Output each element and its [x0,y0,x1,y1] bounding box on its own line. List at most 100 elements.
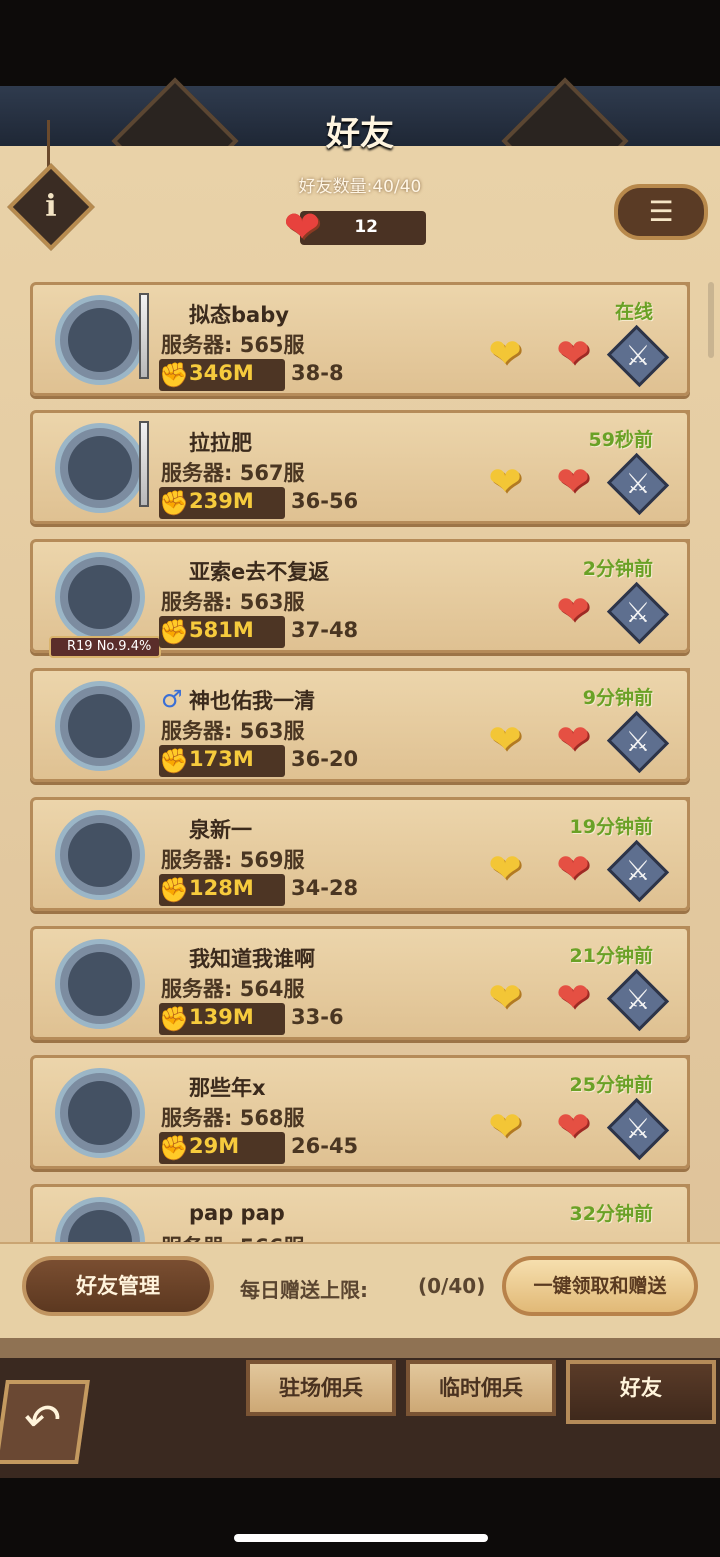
avatar-portrait [68,436,132,500]
friend-name: 我知道我谁啊 [189,947,315,971]
avatar-portrait [68,952,132,1016]
scrollbar[interactable] [708,282,714,358]
friend-power: 29M [189,1134,240,1158]
battle-button[interactable]: ⚔ [606,968,670,1032]
friend-name: 拟态baby [189,303,289,327]
battle-button[interactable]: ⚔ [606,1097,670,1161]
tab-friends[interactable]: 好友 [566,1360,716,1424]
friend-card[interactable]: pap pap 服务器: 566服 32分钟前 [30,1184,690,1242]
friend-server: 服务器: 563服 [161,590,305,614]
friend-server: 服务器: 563服 [161,719,305,743]
receive-heart-button[interactable]: ❤ [479,331,531,377]
gender-male-icon: ♂ [161,685,183,713]
card-corner [650,926,690,966]
avatar[interactable] [55,295,145,385]
avatar-portrait [68,565,132,629]
online-status: 在线 [614,301,653,323]
crossed-swords-icon: ⚔ [625,339,651,372]
friend-server: 服务器: 565服 [161,333,305,357]
avatar[interactable] [55,1197,145,1242]
card-corner [650,282,690,322]
fist-icon: ✊ [159,876,189,904]
power-box: ✊ 29M [159,1132,285,1164]
friend-name: 亚索e去不复返 [189,560,330,584]
friend-server: 服务器: 567服 [161,461,305,485]
menu-button[interactable]: ☰ [614,184,708,240]
friend-stage: 33-6 [291,1005,344,1029]
friend-card[interactable]: 那些年x 服务器: 568服 ✊ 29M 26-45 25分钟前 ❤ ❤ ⚔ [30,1055,690,1169]
heart-count: 12 [354,217,378,237]
online-status: 19分钟前 [569,816,653,838]
online-status: 21分钟前 [569,945,653,967]
info-icon: i [45,189,57,224]
home-indicator[interactable] [234,1534,488,1542]
friend-card[interactable]: 拉拉肥 服务器: 567服 ✊ 239M 36-56 59秒前 ❤ ❤ ⚔ [30,410,690,524]
friend-card[interactable]: 泉新一 服务器: 569服 ✊ 128M 34-28 19分钟前 ❤ ❤ ⚔ [30,797,690,911]
avatar[interactable] [55,810,145,900]
bottom-safe-area [0,1478,720,1557]
daily-limit-value: (0/40) [418,1274,486,1298]
friend-stage: 36-20 [291,747,359,771]
heart-icon: ❤ [283,202,321,253]
send-heart-button[interactable]: ❤ [547,1104,599,1150]
send-heart-button[interactable]: ❤ [547,588,599,634]
online-status: 59秒前 [588,429,653,451]
receive-heart-button[interactable]: ❤ [479,459,531,505]
avatar[interactable] [55,1068,145,1158]
online-status: 32分钟前 [569,1203,653,1225]
friend-power: 346M [189,361,254,385]
battle-button[interactable]: ⚔ [606,710,670,774]
send-heart-button[interactable]: ❤ [547,975,599,1021]
avatar-portrait [68,1210,132,1242]
card-corner [650,668,690,708]
daily-limit-label: 每日赠送上限: [240,1278,368,1302]
send-heart-button[interactable]: ❤ [547,331,599,377]
friend-count: 好友数量:40/40 [298,177,422,197]
avatar-portrait [68,308,132,372]
tab-resident-mercenary[interactable]: 驻场佣兵 [246,1360,396,1416]
friend-card[interactable]: R19 No.9.4% 亚索e去不复返 服务器: 563服 ✊ 581M 37-48 2分钟… [30,539,690,658]
friend-card[interactable]: 我知道我谁啊 服务器: 564服 ✊ 139M 33-6 21分钟前 ❤ ❤ ⚔ [30,926,690,1040]
friend-stage: 38-8 [291,361,344,385]
friend-name: pap pap [189,1201,285,1225]
fist-icon: ✊ [159,618,189,646]
battle-button[interactable]: ⚔ [606,324,670,388]
friend-card[interactable]: ♂ 神也佑我一清 服务器: 563服 ✊ 173M 36-20 9分钟前 ❤ ❤ ⚔ [30,668,690,782]
friend-list[interactable]: 拟态baby 服务器: 565服 ✊ 346M 38-8 在线 ❤ ❤ ⚔ 拉拉肥 服务器: 567… [0,282,720,1242]
send-heart-button[interactable]: ❤ [547,846,599,892]
friend-name: 拉拉肥 [189,431,252,455]
friend-stage: 36-56 [291,489,359,513]
send-heart-button[interactable]: ❤ [547,459,599,505]
avatar[interactable] [55,552,145,642]
battle-button[interactable]: ⚔ [606,839,670,903]
fist-icon: ✊ [159,489,189,517]
friend-power: 173M [189,747,254,771]
battle-button[interactable]: ⚔ [606,581,670,645]
receive-heart-button[interactable]: ❤ [479,846,531,892]
friend-server: 服务器: 566服 [161,1231,305,1242]
manage-friends-button[interactable]: 好友管理 [22,1256,214,1316]
battle-button[interactable]: ⚔ [606,452,670,516]
avatar[interactable] [55,939,145,1029]
avatar-portrait [68,1081,132,1145]
receive-heart-button[interactable]: ❤ [479,1104,531,1150]
send-heart-button[interactable]: ❤ [547,717,599,763]
friend-name: 泉新一 [189,818,252,842]
page-title: 好友 [326,114,394,154]
rank-badge: R19 No.9.4% [49,636,161,658]
tab-temporary-mercenary[interactable]: 临时佣兵 [406,1360,556,1416]
card-corner [650,1184,690,1224]
power-box: ✊ 173M [159,745,285,777]
friend-power: 139M [189,1005,254,1029]
avatar[interactable] [55,681,145,771]
back-button[interactable]: ↶ [0,1380,90,1464]
avatar[interactable] [55,423,145,513]
friend-server: 服务器: 568服 [161,1106,305,1130]
crossed-swords-icon: ⚔ [625,854,651,887]
friend-power: 128M [189,876,254,900]
crossed-swords-icon: ⚔ [625,983,651,1016]
receive-heart-button[interactable]: ❤ [479,975,531,1021]
receive-heart-button[interactable]: ❤ [479,717,531,763]
friend-card[interactable]: 拟态baby 服务器: 565服 ✊ 346M 38-8 在线 ❤ ❤ ⚔ [30,282,690,396]
claim-and-send-all-button[interactable]: 一键领取和赠送 [502,1256,698,1316]
